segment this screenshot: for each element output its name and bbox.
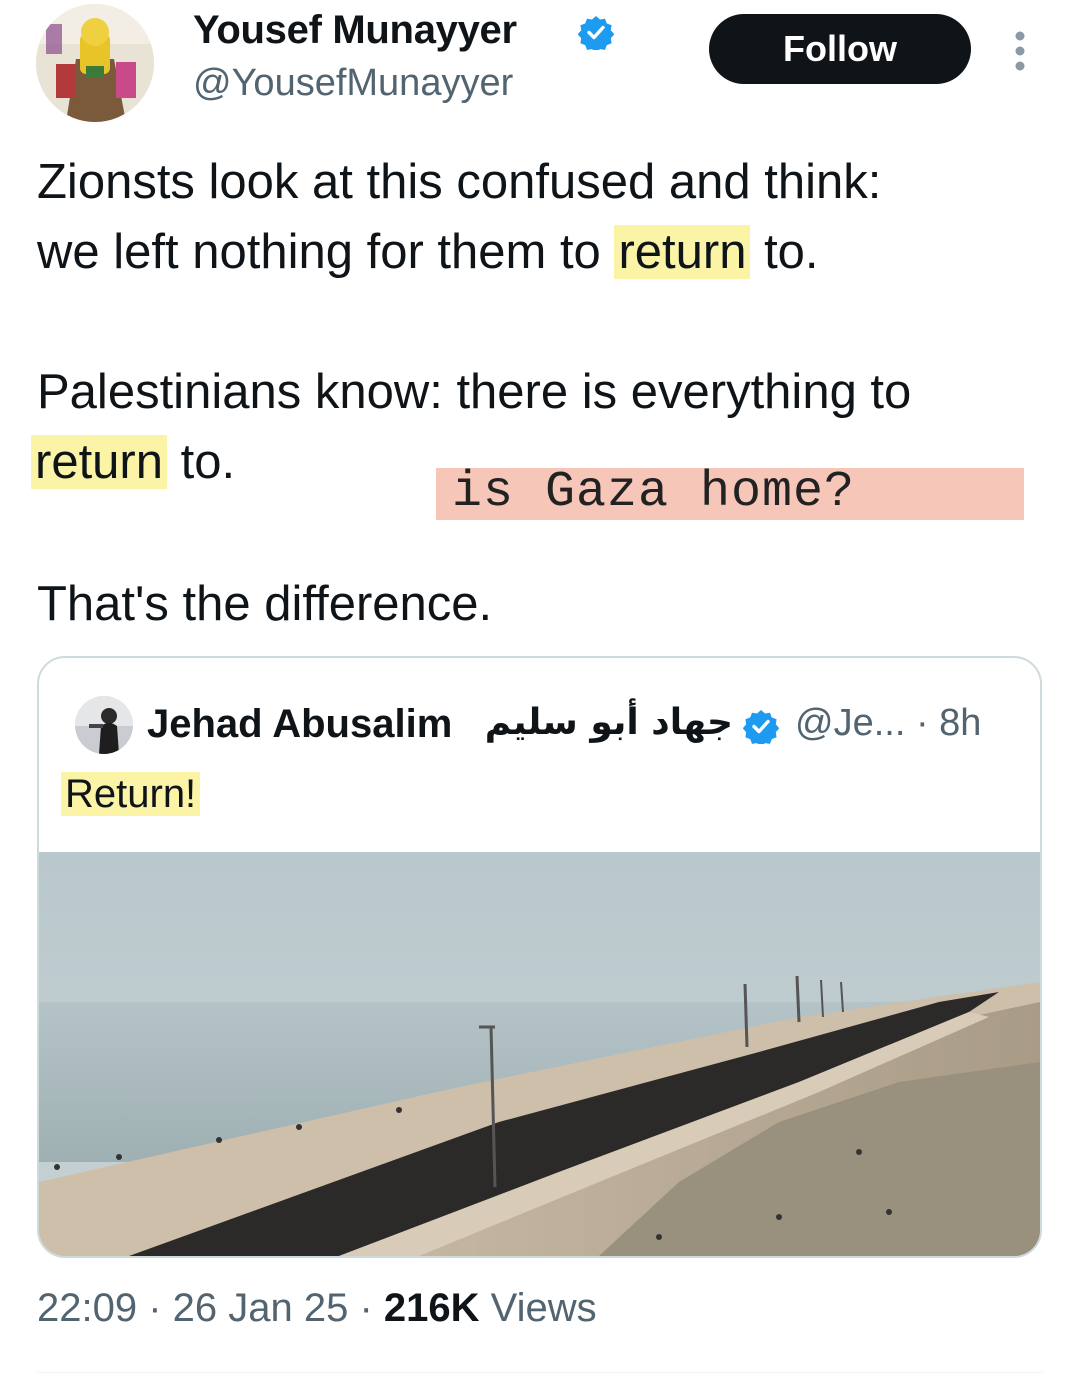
verified-badge-icon (742, 708, 780, 747)
quoted-author-name-arabic[interactable]: جهاد أبو سليم (485, 702, 733, 743)
tweet-text-line-3: Palestinians know: there is everything t… (37, 365, 912, 419)
author-avatar[interactable] (36, 4, 154, 122)
quoted-handle-time: @Je... · 8h (795, 702, 982, 744)
tweet-text-segment: we left nothing for them to (37, 225, 615, 279)
verified-badge-icon (577, 14, 615, 53)
overlay-annotation: is Gaza home? (434, 462, 1054, 522)
quoted-tweet-photo[interactable] (39, 852, 1040, 1256)
quoted-author-avatar[interactable] (75, 696, 133, 754)
divider (37, 1372, 1043, 1373)
author-name[interactable]: Yousef Munayyer (193, 8, 517, 53)
views-label: Views (479, 1286, 597, 1330)
quoted-author-name[interactable]: Jehad Abusalim (147, 702, 452, 747)
highlighted-word: return (31, 435, 168, 489)
tweet-text-line-4: return to. (31, 428, 235, 496)
tweet-text-segment: to. (167, 435, 236, 489)
author-handle[interactable]: @YousefMunayyer (193, 62, 513, 105)
more-options-icon[interactable] (1008, 30, 1032, 72)
follow-button[interactable]: Follow (709, 14, 971, 84)
views-count: 216K (383, 1286, 480, 1330)
tweet-meta: 22:09 · 26 Jan 25 · 216K Views (37, 1286, 597, 1331)
tweet-text-line-5: That's the difference. (37, 577, 493, 631)
quoted-tweet-card[interactable]: Jehad Abusalim جهاد أبو سليم @Je... · 8h… (37, 656, 1042, 1258)
highlighted-word: Return! (61, 772, 201, 816)
tweet-text-line-1: Zionsts look at this confused and think: (37, 155, 882, 209)
timestamp: 22:09 · 26 Jan 25 · (37, 1286, 384, 1330)
annotation-text: is Gaza home? (452, 463, 856, 521)
highlighted-word: return (614, 225, 751, 279)
tweet-text-segment: to. (750, 225, 819, 279)
quoted-tweet-text: Return! (61, 768, 201, 820)
tweet-text-line-2: we left nothing for them to return to. (37, 218, 819, 286)
